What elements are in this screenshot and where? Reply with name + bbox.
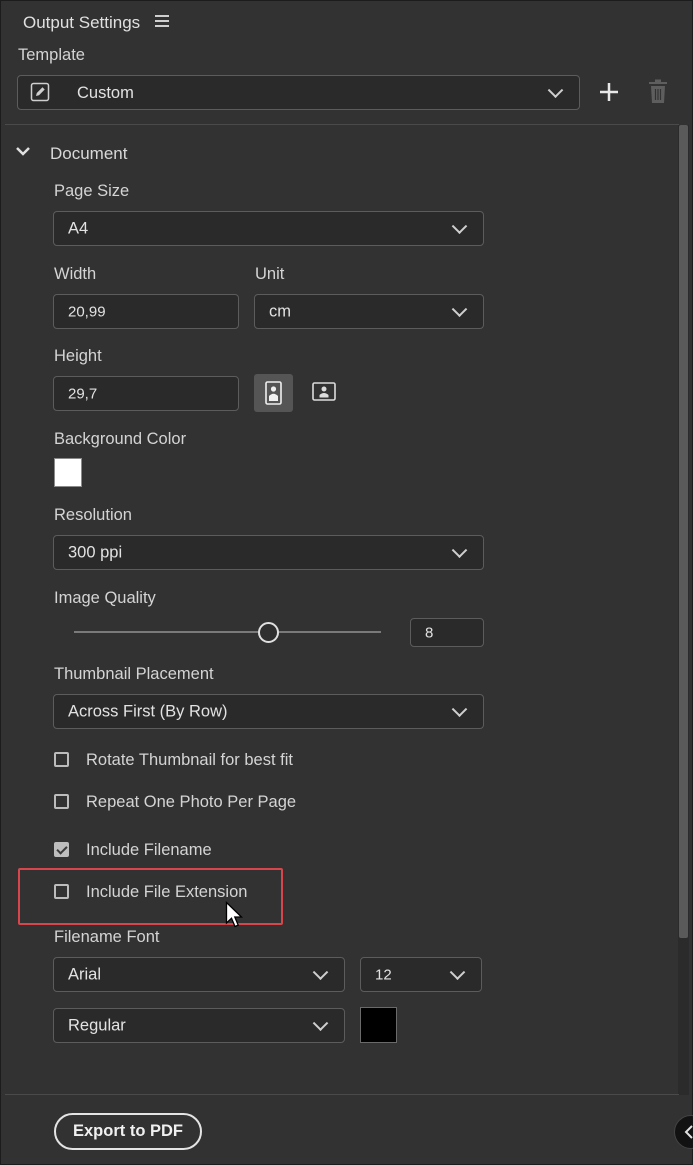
panel-menu-icon[interactable] [155,15,169,29]
export-to-pdf-button[interactable]: Export to PDF [54,1113,202,1150]
page-size-dropdown[interactable]: A4 [53,211,484,246]
filename-font-label: Filename Font [54,928,160,946]
unit-dropdown[interactable]: cm [254,294,484,329]
image-quality-label: Image Quality [54,589,156,607]
thumbnail-placement-dropdown[interactable]: Across First (By Row) [53,694,484,729]
mouse-cursor-icon [225,901,244,928]
chevron-down-icon [312,963,329,980]
resolution-dropdown[interactable]: 300 ppi [53,535,484,570]
divider [5,124,679,125]
collapse-panel-button[interactable] [674,1115,693,1149]
page-size-value: A4 [68,219,89,237]
portrait-icon [265,381,282,405]
width-value: 20,99 [68,303,106,320]
image-quality-slider-track[interactable] [74,631,381,633]
thumbnail-placement-value: Across First (By Row) [68,702,228,720]
filename-font-family-dropdown[interactable]: Arial [53,957,345,992]
filename-font-family-value: Arial [68,965,102,983]
chevron-down-icon [451,700,468,717]
scrollbar-thumb[interactable] [679,125,688,938]
resolution-label: Resolution [54,506,132,524]
delete-template-icon[interactable] [646,79,670,105]
filename-font-size-dropdown[interactable]: 12 [360,957,482,992]
filename-font-size-value: 12 [375,966,392,983]
template-dropdown[interactable]: Custom [17,75,580,110]
template-value: Custom [77,84,134,102]
portrait-orientation-button[interactable] [254,374,293,412]
edit-template-icon [30,82,50,102]
add-template-icon[interactable] [598,81,620,103]
background-color-label: Background Color [54,430,187,448]
width-label: Width [54,265,97,283]
filename-font-style-dropdown[interactable]: Regular [53,1008,345,1043]
filename-font-color-swatch[interactable] [360,1007,397,1043]
background-color-swatch[interactable] [54,458,82,487]
chevron-left-icon [684,1125,693,1139]
landscape-orientation-icon[interactable] [312,382,336,401]
document-section-header[interactable]: Document [50,144,127,164]
chevron-down-icon [451,300,468,317]
height-field[interactable]: 29,7 [53,376,239,411]
chevron-down-icon [547,81,564,98]
output-settings-panel: Output Settings Template Custom Document… [0,0,693,1165]
template-label: Template [18,46,85,64]
chevron-down-icon [449,963,466,980]
repeat-photo-checkbox[interactable] [54,794,69,809]
chevron-down-icon [312,1014,329,1031]
image-quality-field[interactable]: 8 [410,618,484,647]
image-quality-slider-thumb[interactable] [258,622,279,643]
height-value: 29,7 [68,385,98,402]
unit-value: cm [269,302,291,320]
width-field[interactable]: 20,99 [53,294,239,329]
resolution-value: 300 ppi [68,543,123,561]
page-size-label: Page Size [54,182,130,200]
rotate-thumbnail-label[interactable]: Rotate Thumbnail for best fit [86,751,293,770]
unit-label: Unit [255,265,285,283]
chevron-down-icon [451,217,468,234]
include-filename-label[interactable]: Include Filename [86,841,212,860]
chevron-down-icon [451,541,468,558]
divider [5,1094,679,1095]
image-quality-value: 8 [425,624,434,641]
chevron-down-icon[interactable] [15,146,31,158]
rotate-thumbnail-checkbox[interactable] [54,752,69,767]
height-label: Height [54,347,102,365]
thumbnail-placement-label: Thumbnail Placement [54,665,214,683]
include-filename-checkbox[interactable] [54,842,69,857]
repeat-photo-label[interactable]: Repeat One Photo Per Page [86,793,296,812]
filename-font-style-value: Regular [68,1016,126,1034]
panel-title: Output Settings [23,13,141,32]
